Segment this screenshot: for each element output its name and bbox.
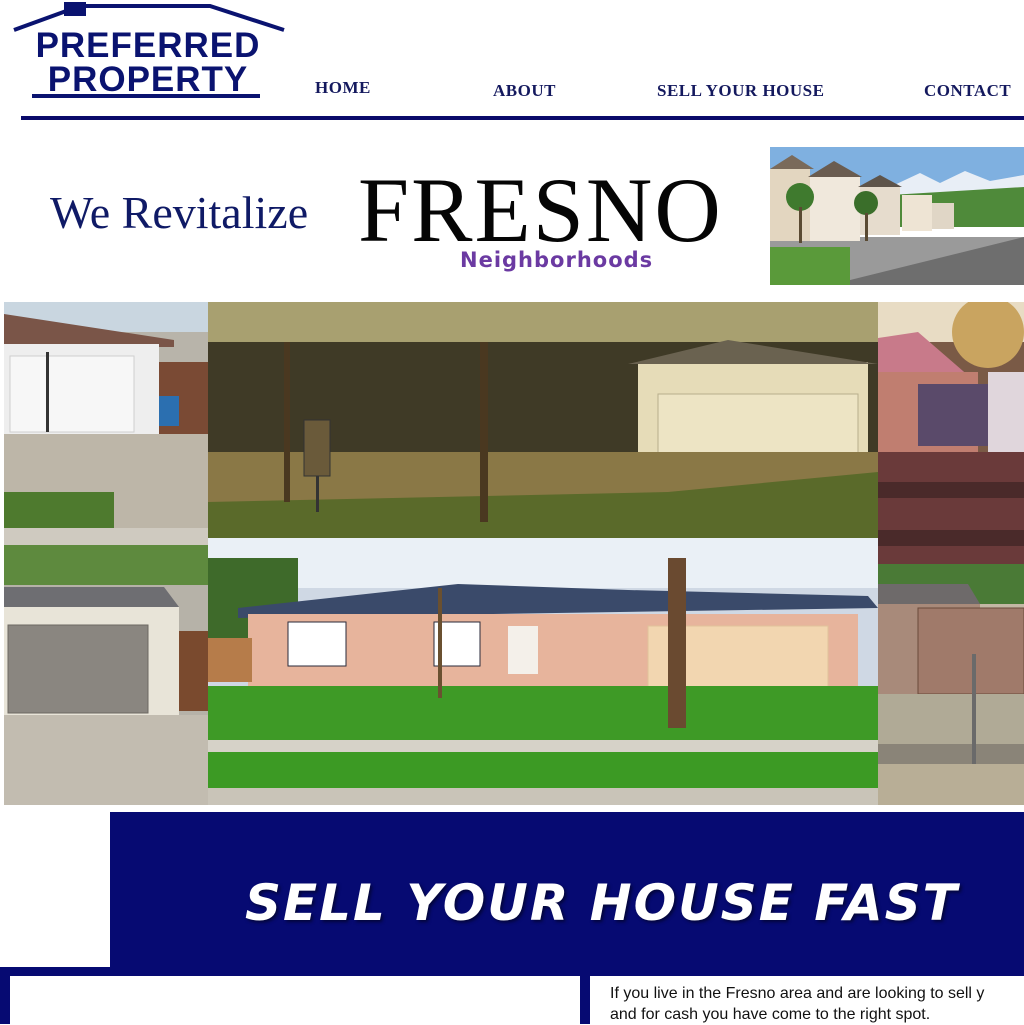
collage-photo-house-before: [208, 302, 878, 538]
nav-contact-link[interactable]: CONTACT: [924, 81, 1011, 101]
collage-photo-grey-garage: [4, 545, 208, 805]
intro-line-2: and for cash you have come to the right …: [610, 1006, 931, 1023]
intro-line-1: If you live in the Fresno area and are l…: [610, 985, 985, 1002]
collage-photo-yard-before: [878, 302, 1024, 564]
site-header: PREFERRED PROPERTY HOME ABOUT SELL YOUR …: [0, 0, 1024, 122]
nav-home-link[interactable]: HOME: [315, 78, 371, 98]
hero-city: FRESNO: [358, 159, 723, 261]
collage-photo-fence-before: [878, 564, 1024, 805]
logo-text-property: PROPERTY: [47, 60, 249, 99]
hero-prefix: We Revitalize: [50, 187, 309, 238]
header-divider: [21, 116, 1024, 120]
sell-fast-banner: SELL YOUR HOUSE FAST: [110, 812, 1024, 967]
banner-headline: SELL YOUR HOUSE FAST: [245, 874, 959, 932]
nav-sell-your-house-link[interactable]: SELL YOUR HOUSE: [657, 81, 824, 101]
intro-paragraph: If you live in the Fresno area and are l…: [610, 983, 1024, 1025]
logo[interactable]: PREFERRED PROPERTY: [10, 2, 286, 104]
collage-photo-white-garage: [4, 302, 208, 545]
hero-tagline: Neighborhoods: [460, 248, 654, 272]
neighborhood-street-photo: [770, 147, 1024, 285]
nav-about-link[interactable]: ABOUT: [493, 81, 556, 101]
before-after-photo-collage: [4, 302, 1024, 805]
collage-photo-house-after: [208, 538, 878, 805]
content-left-panel: [10, 976, 580, 1024]
